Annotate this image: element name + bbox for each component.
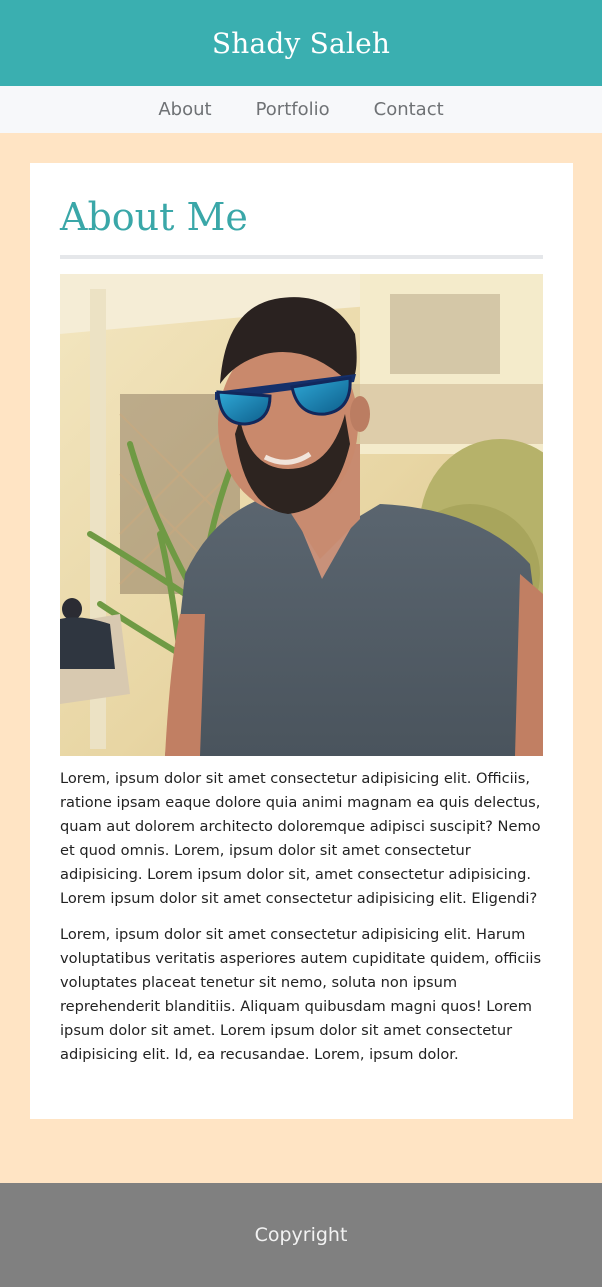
nav-contact-link[interactable]: Contact [374,99,444,120]
about-card: About Me Lorem, ipsum dolor sit amet con… [30,163,573,1119]
nav-about-link[interactable]: About [158,99,211,120]
profile-photo [60,274,543,756]
main-nav: About Portfolio Contact [0,86,602,133]
site-title: Shady Saleh [211,26,391,60]
copyright-text: Copyright [254,1224,348,1246]
site-footer: Copyright [0,1183,602,1287]
nav-portfolio-link[interactable]: Portfolio [256,99,330,120]
about-heading: About Me [60,195,248,239]
profile-photo-illustration [60,274,543,756]
site-header: Shady Saleh [0,0,602,86]
about-paragraph-1: Lorem, ipsum dolor sit amet consectetur … [60,770,541,907]
about-paragraph-2: Lorem, ipsum dolor sit amet consectetur … [60,926,542,1063]
heading-divider [60,255,543,259]
